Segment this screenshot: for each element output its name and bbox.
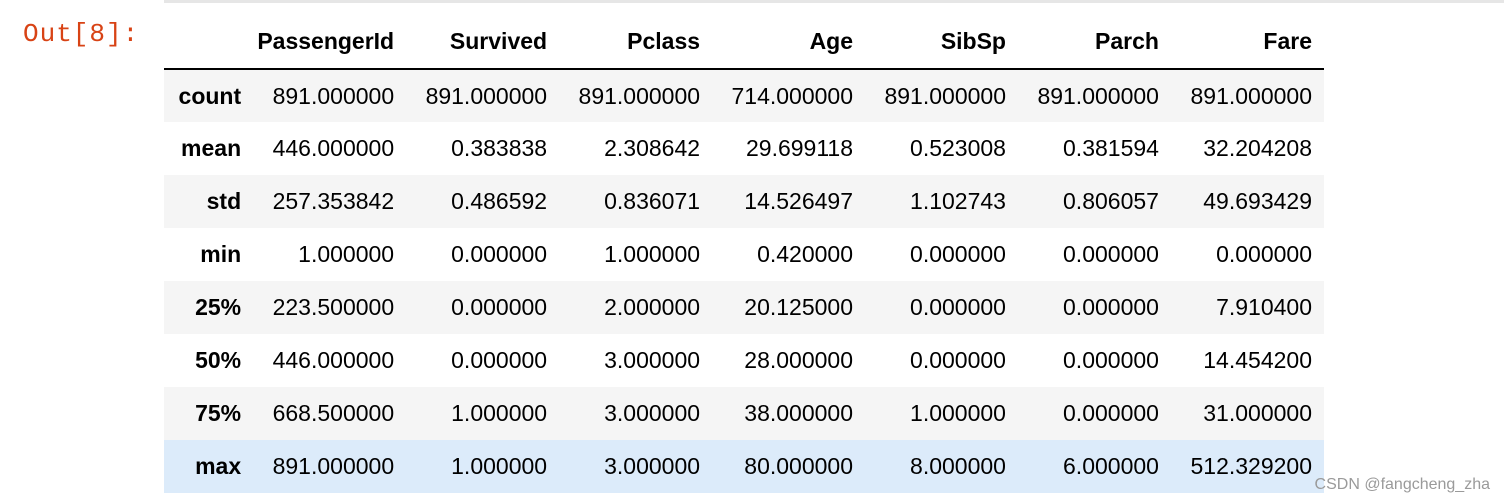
table-cell: 891.000000	[272, 82, 395, 109]
table-cell: 0.523008	[910, 135, 1006, 161]
column-header-survived: Survived	[406, 15, 560, 70]
table-cell: 2.000000	[604, 294, 701, 320]
table-cell: 714.000000	[731, 82, 854, 109]
table-cell: 1.102743	[910, 188, 1006, 214]
table-row-highlighted: max 891.000000 1.000000 3.000000 80.0000…	[164, 440, 1324, 493]
table-cell: 891.000000	[884, 82, 1006, 109]
table-cell: 3.000000	[604, 400, 701, 426]
table-cell: 49.693429	[1203, 188, 1312, 214]
row-label: std	[206, 188, 242, 214]
table-cell: 668.500000	[272, 400, 395, 426]
table-cell: 891.000000	[272, 453, 395, 479]
column-header-pclass: Pclass	[559, 15, 713, 70]
table-cell: 0.000000	[451, 294, 548, 320]
column-header-age: Age	[712, 15, 866, 70]
row-label: min	[200, 241, 242, 267]
row-label: mean	[181, 135, 242, 161]
table-cell: 31.000000	[1203, 400, 1312, 426]
table-row: 50% 446.000000 0.000000 3.000000 28.0000…	[164, 334, 1324, 387]
table-cell: 14.526497	[744, 188, 854, 214]
table-cell: 28.000000	[744, 347, 854, 373]
table-cell: 1.000000	[604, 241, 701, 267]
table-cell: 0.000000	[1063, 294, 1159, 320]
table-cell: 1.000000	[451, 453, 548, 479]
index-header	[164, 15, 254, 70]
table-cell: 32.204208	[1203, 135, 1312, 161]
table-cell: 0.000000	[451, 347, 548, 373]
table-cell: 80.000000	[744, 453, 854, 479]
table-cell: 446.000000	[272, 347, 395, 373]
table-row: 25% 223.500000 0.000000 2.000000 20.1250…	[164, 281, 1324, 334]
table-cell: 223.500000	[272, 294, 395, 320]
table-cell: 0.000000	[910, 241, 1006, 267]
table-row: min 1.000000 0.000000 1.000000 0.420000 …	[164, 228, 1324, 281]
table-cell: 38.000000	[744, 400, 854, 426]
table-row: 75% 668.500000 1.000000 3.000000 38.0000…	[164, 387, 1324, 440]
cell-top-border	[164, 0, 1504, 3]
table-cell: 2.308642	[604, 135, 701, 161]
table-cell: 0.000000	[1216, 241, 1312, 267]
table-cell: 0.000000	[910, 347, 1006, 373]
table-row: count 891.000000 891.000000 891.000000 7…	[164, 69, 1324, 122]
table-cell: 0.836071	[604, 188, 701, 214]
table-cell: 0.806057	[1063, 188, 1159, 214]
header-row: PassengerId Survived Pclass Age SibSp Pa…	[164, 15, 1324, 70]
table-cell: 8.000000	[910, 453, 1006, 479]
table-cell: 891.000000	[1037, 82, 1159, 109]
watermark: CSDN @fangcheng_zha	[1314, 476, 1490, 493]
table-cell: 14.454200	[1203, 347, 1312, 373]
table-cell: 891.000000	[425, 82, 548, 109]
table-cell: 0.000000	[910, 294, 1006, 320]
table-cell: 20.125000	[744, 294, 854, 320]
row-label: max	[195, 453, 242, 479]
dataframe-table: PassengerId Survived Pclass Age SibSp Pa…	[164, 15, 1324, 493]
table-cell: 1.000000	[910, 400, 1006, 426]
column-header-sibsp: SibSp	[865, 15, 1018, 70]
table-cell: 446.000000	[272, 135, 395, 161]
row-label: count	[178, 82, 242, 109]
table-cell: 1.000000	[298, 241, 395, 267]
table-row: mean 446.000000 0.383838 2.308642 29.699…	[164, 122, 1324, 175]
table-cell: 891.000000	[1190, 82, 1312, 109]
table-cell: 0.000000	[1063, 347, 1159, 373]
row-label: 75%	[195, 400, 242, 426]
table-cell: 1.000000	[451, 400, 548, 426]
row-label: 50%	[195, 347, 242, 373]
table-cell: 3.000000	[604, 453, 701, 479]
row-label: 25%	[195, 294, 242, 320]
table-cell: 0.000000	[451, 241, 548, 267]
table-cell: 0.000000	[1063, 400, 1159, 426]
column-header-passengerid: PassengerId	[253, 15, 407, 70]
table-cell: 0.486592	[451, 188, 548, 214]
table-cell: 0.420000	[757, 241, 854, 267]
table-cell: 3.000000	[604, 347, 701, 373]
table-cell: 0.000000	[1063, 241, 1159, 267]
table-cell: 7.910400	[1216, 294, 1312, 320]
table-cell: 512.329200	[1190, 453, 1312, 479]
table-cell: 0.381594	[1063, 135, 1159, 161]
table-cell: 257.353842	[272, 188, 395, 214]
table-row: std 257.353842 0.486592 0.836071 14.5264…	[164, 175, 1324, 228]
output-prompt: Out[8]:	[23, 19, 140, 49]
table-cell: 29.699118	[746, 135, 854, 161]
column-header-parch: Parch	[1017, 15, 1171, 70]
table-cell: 891.000000	[578, 82, 701, 109]
column-header-fare: Fare	[1170, 15, 1324, 70]
table-cell: 6.000000	[1063, 453, 1159, 479]
table-cell: 0.383838	[451, 135, 548, 161]
